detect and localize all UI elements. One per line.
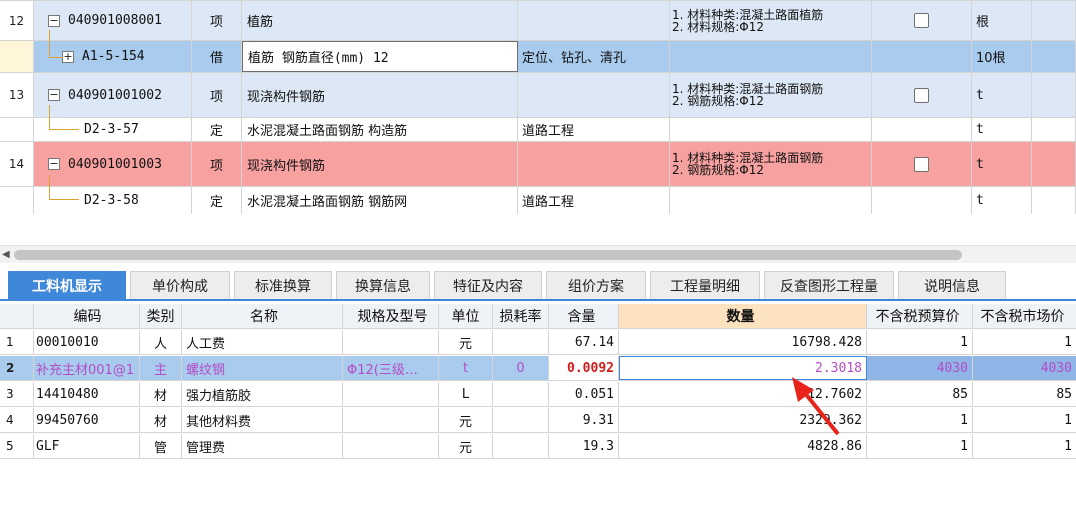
annotation-arrow-icon xyxy=(792,377,840,436)
